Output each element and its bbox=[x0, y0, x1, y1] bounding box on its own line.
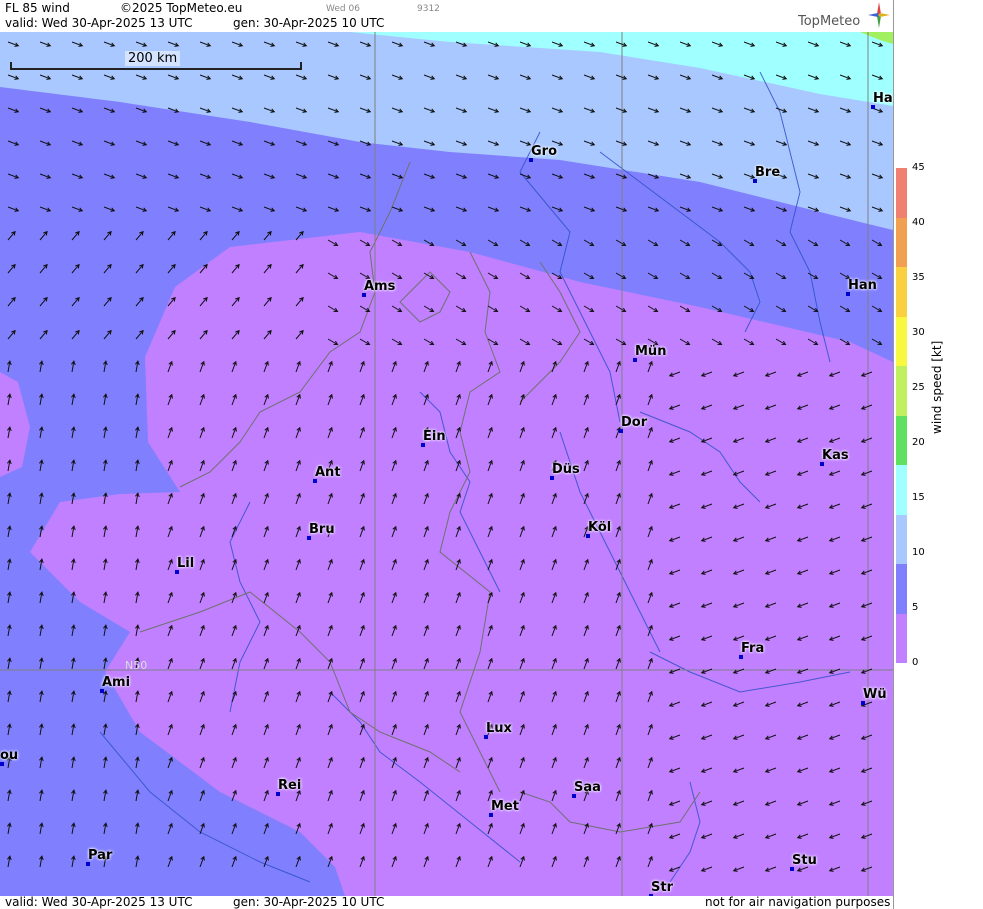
legend-swatch bbox=[896, 217, 907, 267]
disclaimer: not for air navigation purposes bbox=[705, 895, 891, 909]
footer-gen-time: gen: 30-Apr-2025 10 UTC bbox=[233, 895, 385, 909]
map-header: FL 85 wind ©2025 TopMeteo.eu Wed 06 9312… bbox=[0, 0, 893, 32]
city-label: Köl bbox=[588, 520, 612, 535]
wind-speed-field bbox=[0, 32, 893, 896]
valid-time: valid: Wed 30-Apr-2025 13 UTC bbox=[5, 16, 193, 30]
legend-tick-label: 15 bbox=[912, 492, 925, 503]
city-label: Ein bbox=[423, 429, 446, 444]
legend-tick-label: 0 bbox=[912, 657, 919, 668]
footer-valid-time: valid: Wed 30-Apr-2025 13 UTC bbox=[5, 895, 193, 909]
city-label: Han bbox=[848, 278, 877, 293]
city-label: Kas bbox=[822, 448, 849, 463]
city-label: ou bbox=[0, 748, 19, 763]
city-label: Bru bbox=[309, 522, 335, 537]
map-footer: valid: Wed 30-Apr-2025 13 UTC gen: 30-Ap… bbox=[0, 895, 893, 909]
run-code: 9312 bbox=[417, 4, 440, 14]
color-legend: 45 40 35 30 25 20 15 10 5 0 bbox=[893, 0, 983, 909]
city-label: Lux bbox=[486, 721, 512, 736]
city-label: Lil bbox=[177, 556, 195, 571]
legend-tick-label: 25 bbox=[912, 382, 925, 393]
city-label: Met bbox=[491, 799, 519, 814]
legend-swatch bbox=[896, 465, 907, 515]
city-label: Str bbox=[651, 880, 673, 895]
legend-tick-label: 40 bbox=[912, 217, 925, 228]
legend-tick-label: 30 bbox=[912, 327, 925, 338]
latitude-label: N50 bbox=[125, 659, 148, 672]
legend-swatch bbox=[896, 316, 907, 366]
legend-swatch bbox=[896, 514, 907, 564]
legend-color-bar bbox=[896, 168, 907, 663]
city-label: Ha bbox=[873, 91, 893, 106]
gen-time: gen: 30-Apr-2025 10 UTC bbox=[233, 16, 385, 30]
city-label: Mün bbox=[635, 344, 667, 359]
topmeteo-logo: TopMeteo bbox=[798, 14, 861, 29]
legend-swatch bbox=[896, 366, 907, 416]
city-label: Fra bbox=[741, 641, 765, 656]
legend-swatch bbox=[896, 267, 907, 317]
city-label: Ant bbox=[315, 465, 341, 480]
legend-tick-label: 35 bbox=[912, 272, 925, 283]
compass-icon bbox=[868, 2, 890, 28]
city-label: Gro bbox=[531, 144, 558, 159]
forecast-step: Wed 06 bbox=[326, 4, 360, 14]
copyright: ©2025 TopMeteo.eu bbox=[120, 1, 243, 15]
city-label: Rei bbox=[278, 778, 302, 793]
legend-tick-label: 20 bbox=[912, 437, 925, 448]
city-label: Ams bbox=[364, 279, 396, 294]
legend-swatch bbox=[896, 415, 907, 465]
city-label: Düs bbox=[552, 462, 580, 477]
legend-title: wind speed [kt] bbox=[930, 340, 944, 434]
city-label: Dor bbox=[621, 415, 648, 430]
legend-swatch bbox=[896, 564, 907, 614]
legend-tick-label: 5 bbox=[912, 602, 919, 613]
city-label: Stu bbox=[792, 853, 817, 868]
city-label: Par bbox=[88, 848, 113, 863]
city-label: Saa bbox=[574, 780, 601, 795]
legend-tick-label: 45 bbox=[912, 162, 925, 173]
wind-map[interactable]: 200 km N50 Ha Gro Bre Ams Han Mün Ein Dor Kas Ant… bbox=[0, 32, 893, 896]
city-label: Ami bbox=[102, 675, 131, 690]
city-label: Bre bbox=[755, 165, 781, 180]
city-label: Wü bbox=[863, 687, 887, 702]
product-title: FL 85 wind bbox=[5, 1, 70, 15]
legend-swatch bbox=[896, 168, 907, 218]
legend-tick-label: 10 bbox=[912, 547, 925, 558]
scale-label: 200 km bbox=[125, 51, 181, 66]
legend-swatch bbox=[896, 613, 907, 663]
